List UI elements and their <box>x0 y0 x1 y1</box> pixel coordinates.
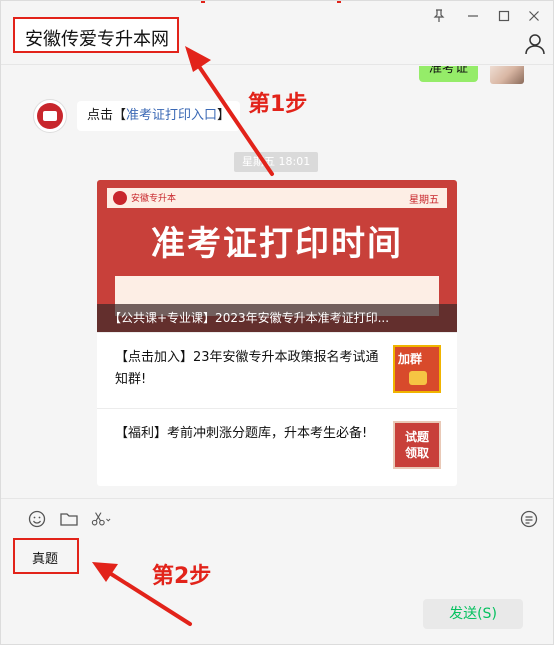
folder-icon[interactable] <box>59 509 79 529</box>
cover-brand: 安徽专升本 <box>131 194 177 204</box>
contact-message-bubble[interactable]: 点击【准考证打印入口】 <box>77 101 241 131</box>
chat-title-highlight: 安徽传爱专升本网 <box>13 17 179 53</box>
chat-title: 安徽传爱专升本网 <box>25 29 169 50</box>
composer-toolbar <box>1 498 553 538</box>
close-icon[interactable] <box>524 7 544 25</box>
red-marker-strip <box>201 1 341 3</box>
message-timestamp: 星期五 18:01 <box>234 152 319 172</box>
my-message-bubble[interactable]: 准考证 <box>419 66 479 82</box>
article-cover[interactable]: 安徽专升本 星期五 准考证打印时间 【公共课+专业课】2023年安徽专升本准考证… <box>97 180 457 332</box>
send-button[interactable]: 发送(S) <box>423 599 523 629</box>
pin-icon[interactable] <box>429 7 449 25</box>
message-input[interactable]: 真题 <box>32 548 58 567</box>
article-card[interactable]: 安徽专升本 星期五 准考证打印时间 【公共课+专业课】2023年安徽专升本准考证… <box>97 180 457 486</box>
brand-logo-icon <box>113 191 127 205</box>
input-highlight: 真题 <box>13 538 79 574</box>
admit-card-link[interactable]: 准考证打印入口 <box>126 108 217 123</box>
message-suffix: 】 <box>217 108 231 123</box>
article-item[interactable]: 【点击加入】23年安徽专升本政策报名考试通知群! 加群 <box>97 332 457 408</box>
chat-history-icon[interactable] <box>519 509 539 529</box>
emoji-icon[interactable] <box>27 509 47 529</box>
message-list[interactable]: 准考证 点击【准考证打印入口】 第1步 星期五 18:01 安徽专升本 星期五 … <box>1 66 553 498</box>
contact-avatar[interactable] <box>33 99 67 133</box>
maximize-icon[interactable] <box>494 7 514 25</box>
join-group-thumbnail: 加群 <box>393 345 441 393</box>
cover-header: 安徽专升本 星期五 <box>107 188 447 208</box>
message-input-area[interactable]: 真题 第2步 发送(S) <box>1 538 553 644</box>
step2-annotation: 第2步 <box>152 564 212 589</box>
thumb-label: 加群 <box>398 352 423 366</box>
step1-annotation: 第1步 <box>248 92 308 117</box>
article-item[interactable]: 【福利】考前冲刺涨分题库，升本考生必备! 试题 领取 <box>97 408 457 484</box>
cover-title: 准考证打印时间 <box>151 223 403 264</box>
chat-window: 安徽传爱专升本网 准考证 点击【准考证打印入口】 第1步 星期五 18:01 安… <box>0 0 554 645</box>
screenshot-scissors-icon[interactable] <box>91 509 111 529</box>
chat-info-icon[interactable] <box>524 33 546 55</box>
my-avatar[interactable] <box>490 66 524 84</box>
question-bank-thumbnail: 试题 领取 <box>393 421 441 469</box>
article-item-title: 【点击加入】23年安徽专升本政策报名考试通知群! <box>115 350 379 387</box>
message-prefix: 点击【 <box>87 108 127 123</box>
minimize-icon[interactable] <box>463 7 483 25</box>
megaphone-icon <box>409 371 427 385</box>
cover-day: 星期五 <box>409 195 439 206</box>
cover-caption[interactable]: 【公共课+专业课】2023年安徽专升本准考证打印... <box>97 304 457 332</box>
title-bar: 安徽传爱专升本网 <box>1 1 553 65</box>
article-item-title: 【福利】考前冲刺涨分题库，升本考生必备! <box>115 426 368 441</box>
thumb-label: 试题 领取 <box>404 430 429 460</box>
cover-banner: 准考证打印时间 <box>107 210 447 270</box>
